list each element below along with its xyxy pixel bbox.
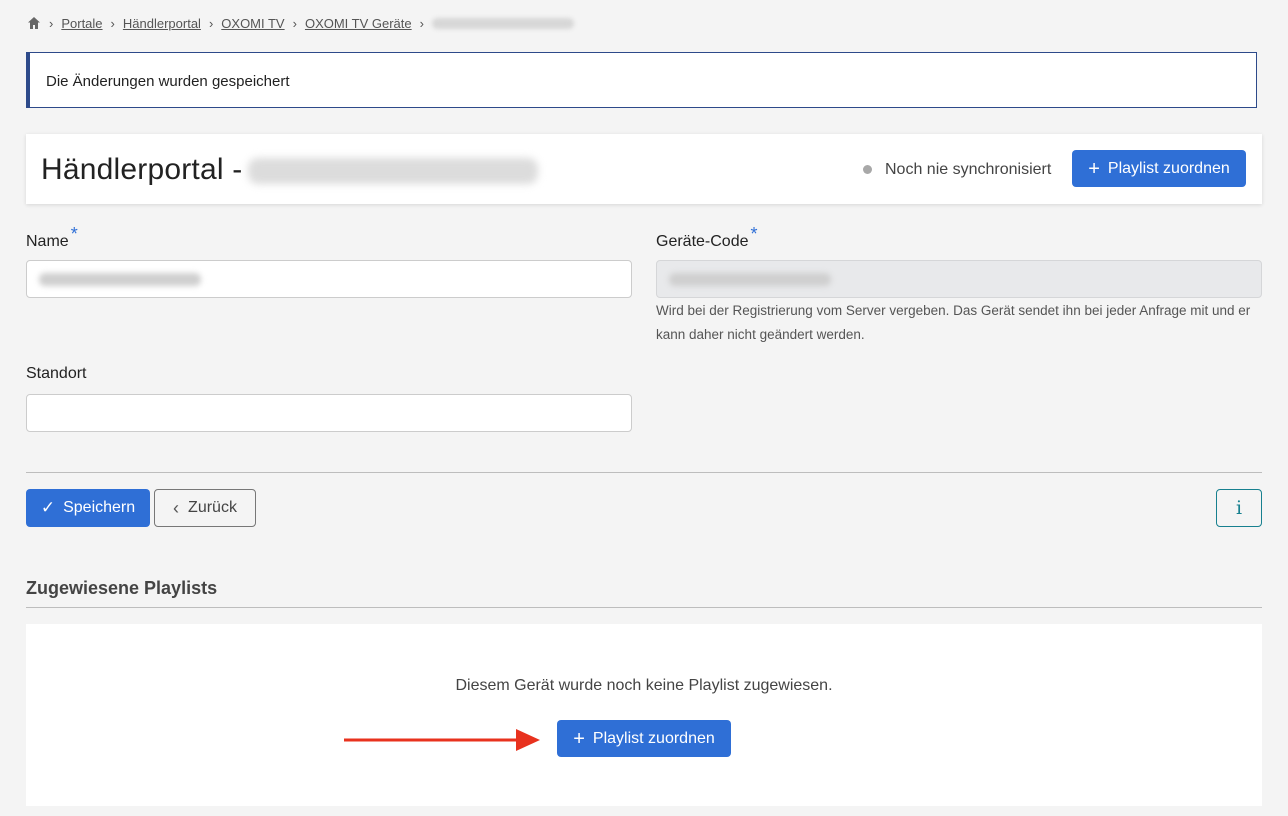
breadcrumb-separator: ›: [49, 15, 54, 31]
breadcrumb-current-redacted: [431, 17, 574, 29]
location-label: Standort: [26, 365, 87, 382]
breadcrumb-link-haendlerportal[interactable]: Händlerportal: [123, 16, 201, 31]
checkmark-icon: ✓: [40, 498, 56, 517]
name-value-redacted: [39, 273, 201, 286]
device-name-redacted: [248, 158, 538, 184]
plus-icon: +: [1088, 157, 1100, 180]
back-label: Zurück: [188, 499, 237, 516]
divider: [26, 472, 1262, 473]
info-button[interactable]: i: [1216, 489, 1262, 527]
back-button[interactable]: ‹ Zurück: [154, 489, 256, 527]
name-label: Name *: [26, 224, 78, 251]
plus-icon: +: [573, 727, 585, 750]
breadcrumb-separator: ›: [419, 15, 424, 31]
location-input[interactable]: [26, 394, 632, 432]
section-title-playlists: Zugewiesene Playlists: [26, 578, 218, 598]
arrow-right-icon: [344, 729, 540, 751]
assign-playlist-label: Playlist zuordnen: [592, 729, 715, 747]
breadcrumb-separator: ›: [292, 15, 297, 31]
info-icon: i: [1235, 497, 1243, 519]
breadcrumb-link-oxomi-tv-geraete[interactable]: OXOMI TV Geräte: [305, 16, 412, 31]
save-button[interactable]: ✓ Speichern: [26, 489, 150, 527]
required-marker: *: [750, 224, 758, 244]
sync-status-text: Noch nie synchronisiert: [885, 161, 1052, 178]
device-code-value-redacted: [669, 273, 831, 286]
device-code-label: Geräte-Code *: [656, 224, 758, 251]
device-header-card: Händlerportal - Noch nie synchronisiert …: [26, 134, 1262, 204]
save-label: Speichern: [63, 499, 136, 516]
breadcrumb-link-portale[interactable]: Portale: [61, 16, 102, 31]
sync-status-dot-icon: [863, 165, 872, 174]
section-divider: [26, 607, 1262, 608]
required-marker: *: [70, 224, 78, 244]
device-code-field: [656, 260, 1262, 298]
name-label-text: Name: [26, 233, 69, 250]
breadcrumb-separator: ›: [110, 15, 115, 31]
home-icon[interactable]: [27, 16, 41, 30]
device-code-help-text: Wird bei der Registrierung vom Server ve…: [656, 303, 1251, 342]
alert-message: Die Änderungen wurden gespeichert: [46, 73, 290, 90]
breadcrumb: › Portale › Händlerportal › OXOMI TV › O…: [27, 14, 574, 32]
assign-playlist-button-empty-state[interactable]: + Playlist zuordnen: [557, 720, 731, 757]
assign-playlist-button[interactable]: + Playlist zuordnen: [1072, 150, 1246, 187]
playlists-panel: Diesem Gerät wurde noch keine Playlist z…: [26, 624, 1262, 806]
success-alert: Die Änderungen wurden gespeichert: [26, 52, 1257, 108]
chevron-left-icon: ‹: [173, 497, 180, 518]
breadcrumb-link-oxomi-tv[interactable]: OXOMI TV: [221, 16, 284, 31]
assign-playlist-label: Playlist zuordnen: [1107, 159, 1230, 177]
breadcrumb-separator: ›: [208, 15, 214, 31]
device-code-label-text: Geräte-Code: [656, 233, 749, 250]
empty-playlists-message: Diesem Gerät wurde noch keine Playlist z…: [455, 677, 833, 694]
page-title: Händlerportal -: [41, 153, 243, 186]
name-input[interactable]: [26, 260, 632, 298]
